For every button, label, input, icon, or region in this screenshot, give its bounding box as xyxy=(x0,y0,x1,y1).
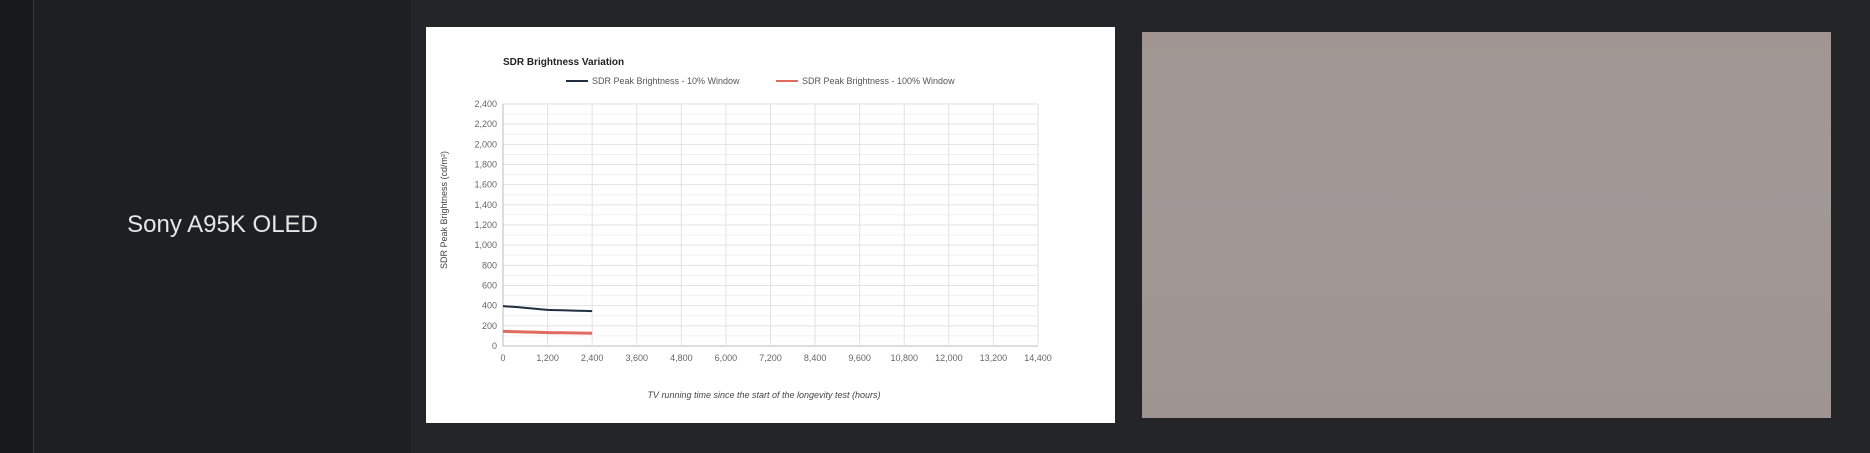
legend-label-100: SDR Peak Brightness - 100% Window xyxy=(802,76,955,86)
x-axis-label: TV running time since the start of the l… xyxy=(647,390,880,400)
y-tick-label: 2,000 xyxy=(474,139,497,149)
y-tick-label: 2,200 xyxy=(474,119,497,129)
x-tick-label: 14,400 xyxy=(1024,353,1052,363)
x-tick-label: 2,400 xyxy=(581,353,604,363)
x-tick-label: 3,600 xyxy=(625,353,648,363)
y-tick-label: 400 xyxy=(482,301,497,311)
y-tick-label: 1,800 xyxy=(474,160,497,170)
page: Sony A95K OLED SDR Brightness Variation … xyxy=(0,0,1870,453)
x-tick-label: 10,800 xyxy=(890,353,918,363)
y-tick-label: 2,400 xyxy=(474,99,497,109)
y-tick-label: 0 xyxy=(492,341,497,351)
y-tick-label: 1,000 xyxy=(474,240,497,250)
tv-screen-photo xyxy=(1142,32,1831,418)
x-tick-labels: 0 1,200 2,400 3,600 4,800 6,000 7,200 8,400 9,60… xyxy=(500,353,1051,363)
chart-title: SDR Brightness Variation xyxy=(503,57,624,68)
brightness-chart: SDR Brightness Variation SDR Peak Bright… xyxy=(439,57,1052,400)
y-tick-label: 800 xyxy=(482,260,497,270)
series-line-100-window xyxy=(502,329,593,335)
x-tick-label: 9,600 xyxy=(848,353,871,363)
legend-label-10: SDR Peak Brightness - 10% Window xyxy=(592,76,740,86)
x-tick-label: 12,000 xyxy=(935,353,963,363)
x-tick-label: 1,200 xyxy=(536,353,559,363)
y-tick-label: 1,200 xyxy=(474,220,497,230)
x-tick-label: 8,400 xyxy=(804,353,827,363)
tv-name: Sony A95K OLED xyxy=(127,210,318,238)
brightness-chart-image: SDR Brightness Variation SDR Peak Bright… xyxy=(426,27,1115,423)
x-tick-label: 13,200 xyxy=(980,353,1008,363)
grid xyxy=(502,103,1039,347)
y-tick-label: 200 xyxy=(482,321,497,331)
tv-name-cell: Sony A95K OLED xyxy=(34,0,411,453)
y-tick-label: 600 xyxy=(482,281,497,291)
x-tick-label: 6,000 xyxy=(715,353,738,363)
x-tick-label: 4,800 xyxy=(670,353,693,363)
legend: SDR Peak Brightness - 10% Window SDR Pea… xyxy=(566,76,955,86)
y-tick-label: 1,600 xyxy=(474,180,497,190)
x-tick-label: 7,200 xyxy=(759,353,782,363)
x-tick-label: 0 xyxy=(500,353,505,363)
y-axis-label: SDR Peak Brightness (cd/m²) xyxy=(439,151,449,269)
y-tick-labels: 0 200 400 600 800 1,000 1,200 1,400 1,600 1,800 2,… xyxy=(474,99,497,351)
y-tick-label: 1,400 xyxy=(474,200,497,210)
